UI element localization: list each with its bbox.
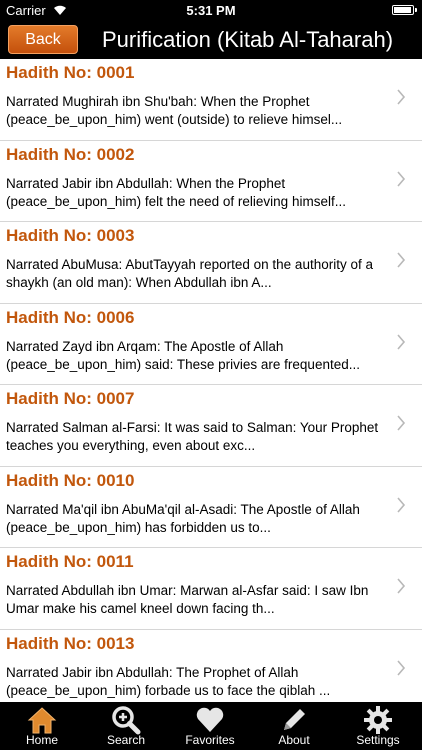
hadith-preview: Narrated Abdullah ibn Umar: Marwan al-As…: [6, 583, 369, 616]
hadith-number: Hadith No: 0013: [6, 633, 135, 653]
chevron-right-icon: [397, 333, 406, 350]
hadith-preview: Narrated AbuMusa: AbutTayyah reported on…: [6, 257, 373, 290]
tab-label: Home: [25, 733, 58, 747]
back-button[interactable]: Back: [8, 25, 78, 54]
chevron-right-icon: [397, 578, 406, 594]
tab-about[interactable]: About: [252, 702, 336, 750]
pencil-icon: [284, 709, 305, 730]
list-item[interactable]: Hadith No: 0007 Narrated Salman al-Farsi…: [0, 385, 422, 467]
list-item[interactable]: Hadith No: 0001 Narrated Mughirah ibn Sh…: [0, 59, 422, 141]
hadith-number: Hadith No: 0002: [6, 144, 135, 164]
tab-label: Favorites: [185, 733, 235, 747]
list-item[interactable]: Hadith No: 0010 Narrated Ma'qil ibn AbuM…: [0, 466, 422, 548]
hadith-preview: Narrated Jabir ibn Abdullah: The Prophet…: [6, 664, 331, 698]
tab-bar: Home Search Favorites About Settings: [0, 702, 422, 750]
tab-label: About: [278, 733, 310, 747]
hadith-number: Hadith No: 0010: [6, 470, 135, 490]
hadith-number: Hadith No: 0003: [6, 226, 135, 245]
tab-label: Settings: [356, 733, 400, 747]
chevron-right-icon: [397, 415, 406, 431]
status-time: 5:31 PM: [186, 3, 236, 18]
hadith-number: Hadith No: 0006: [6, 307, 135, 327]
tab-favorites[interactable]: Favorites: [168, 702, 252, 750]
battery-icon: [392, 5, 417, 15]
chevron-right-icon: [397, 496, 406, 513]
hadith-preview: Narrated Mughirah ibn Shu'bah: When the …: [6, 94, 343, 127]
page-title: Purification (Kitab Al-Taharah): [102, 27, 394, 52]
status-bar: Carrier 5:31 PM: [0, 0, 422, 20]
tab-home[interactable]: Home: [0, 702, 84, 750]
chevron-right-icon: [397, 89, 406, 105]
tab-search[interactable]: Search: [84, 702, 168, 750]
hadith-preview: Narrated Jabir ibn Abdullah: When the Pr…: [6, 175, 346, 209]
list-item[interactable]: Hadith No: 0002 Narrated Jabir ibn Abdul…: [0, 140, 422, 222]
tab-settings[interactable]: Settings: [336, 702, 420, 750]
hadith-preview: Narrated Zayd ibn Arqam: The Apostle of …: [6, 338, 360, 372]
hadith-preview: Narrated Salman al-Farsi: It was said to…: [6, 420, 379, 453]
list-item[interactable]: Hadith No: 0003 Narrated AbuMusa: AbutTa…: [0, 222, 422, 304]
hadith-number: Hadith No: 0007: [6, 389, 135, 408]
hadith-preview: Narrated Ma'qil ibn AbuMa'qil al-Asadi: …: [6, 501, 360, 535]
list-item[interactable]: Hadith No: 0013 Narrated Jabir ibn Abdul…: [0, 629, 422, 702]
hadith-number: Hadith No: 0001: [6, 63, 135, 82]
list-item[interactable]: Hadith No: 0006 Narrated Zayd ibn Arqam:…: [0, 303, 422, 385]
heart-icon: [196, 707, 224, 732]
hadith-number: Hadith No: 0011: [6, 552, 134, 571]
list-item[interactable]: Hadith No: 0011 Narrated Abdullah ibn Um…: [0, 548, 422, 630]
tab-label: Search: [106, 733, 146, 747]
search-icon: [112, 706, 141, 735]
chevron-right-icon: [397, 170, 406, 187]
chevron-right-icon: [397, 659, 406, 676]
navigation-bar: Back Purification (Kitab Al-Taharah): [0, 20, 422, 59]
gear-icon: [364, 706, 392, 734]
home-icon: [27, 707, 57, 734]
hadith-list[interactable]: Hadith No: 0001 Narrated Mughirah ibn Sh…: [0, 59, 422, 702]
chevron-right-icon: [397, 252, 406, 268]
